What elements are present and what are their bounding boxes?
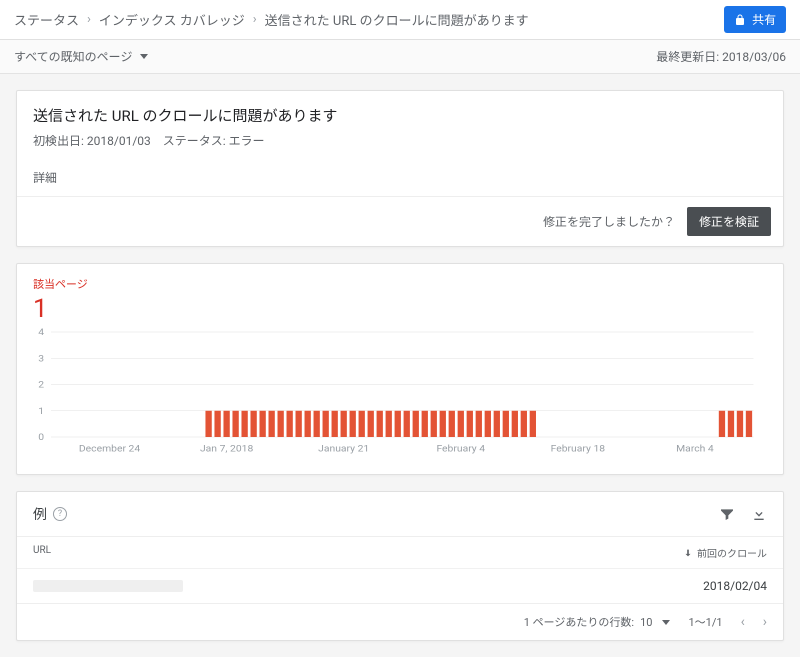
prev-page-button[interactable]: ‹ xyxy=(741,614,745,630)
issue-title: 送信された URL のクロールに問題があります xyxy=(33,105,767,126)
svg-text:0: 0 xyxy=(38,433,44,443)
last-updated-value: 2018/03/06 xyxy=(722,50,786,64)
lock-icon xyxy=(734,14,746,26)
status-value: エラー xyxy=(229,134,265,148)
top-bar: ステータス › インデックス カバレッジ › 送信された URL のクロールに問… xyxy=(0,0,800,40)
examples-card: 例 ? URL 前回のクロール 2018/02/04 1 ページあたりの行数: … xyxy=(16,491,784,641)
page-filter-label: すべての既知のページ xyxy=(14,48,132,65)
sub-bar: すべての既知のページ 最終更新日: 2018/03/06 xyxy=(0,40,800,74)
col-last-crawl[interactable]: 前回のクロール xyxy=(683,545,767,560)
first-detected-value: 2018/01/03 xyxy=(87,134,151,148)
chevron-right-icon: › xyxy=(87,12,91,27)
filter-icon[interactable] xyxy=(719,506,735,522)
svg-text:3: 3 xyxy=(38,354,44,364)
last-updated: 最終更新日: 2018/03/06 xyxy=(656,48,786,65)
status-label: ステータス: xyxy=(163,134,226,148)
first-detected-label: 初検出日: xyxy=(33,134,84,148)
svg-text:January 21: January 21 xyxy=(318,444,369,454)
issue-status: ステータス: エラー xyxy=(163,132,265,149)
validate-fix-button[interactable]: 修正を検証 xyxy=(687,207,771,236)
svg-text:March 4: March 4 xyxy=(676,444,714,454)
svg-text:2: 2 xyxy=(38,380,44,390)
share-button[interactable]: 共有 xyxy=(724,6,786,33)
sort-down-icon xyxy=(683,548,693,558)
page-filter-dropdown[interactable]: すべての既知のページ xyxy=(14,48,148,65)
svg-text:4: 4 xyxy=(38,328,44,338)
chart-body: 0 1 2 3 4 December 24 Jan 7, 2018 January 21 Feb… xyxy=(17,324,783,474)
breadcrumb-item[interactable]: ステータス xyxy=(14,10,79,29)
issue-card: 送信された URL のクロールに問題があります 初検出日: 2018/01/03… xyxy=(16,90,784,247)
chevron-right-icon: › xyxy=(253,12,257,27)
breadcrumb-item[interactable]: インデックス カバレッジ xyxy=(99,10,245,29)
done-fixing-label: 修正を完了しましたか？ xyxy=(543,213,675,230)
chart-card: 該当ページ 1 0 1 2 3 4 December 24 Jan 7, 2018 Janua… xyxy=(16,263,784,475)
download-icon[interactable] xyxy=(751,506,767,522)
details-link[interactable]: 詳細 xyxy=(17,169,783,196)
svg-text:Jan 7, 2018: Jan 7, 2018 xyxy=(200,444,254,454)
url-cell xyxy=(33,580,183,592)
col-last-crawl-label: 前回のクロール xyxy=(697,545,767,560)
share-label: 共有 xyxy=(752,11,776,28)
svg-text:February 18: February 18 xyxy=(551,444,606,454)
chart-count: 1 xyxy=(33,294,767,324)
chart-svg: 01234December 24Jan 7, 2018January 21Feb… xyxy=(51,332,765,458)
next-page-button[interactable]: › xyxy=(763,614,767,630)
pagination-range: 1～1/1 xyxy=(688,614,722,630)
table-footer: 1 ページあたりの行数: 10 1～1/1 ‹ › xyxy=(17,603,783,640)
svg-text:February 4: February 4 xyxy=(436,444,485,454)
caret-down-icon xyxy=(140,54,148,59)
help-icon[interactable]: ? xyxy=(53,507,67,521)
table-row[interactable]: 2018/02/04 xyxy=(17,568,783,603)
first-detected: 初検出日: 2018/01/03 xyxy=(33,132,151,149)
last-updated-label: 最終更新日: xyxy=(656,50,719,64)
rows-per-page-select[interactable]: 10 xyxy=(640,616,652,629)
last-crawl-cell: 2018/02/04 xyxy=(703,579,767,593)
rows-per-page-label: 1 ページあたりの行数: xyxy=(524,614,634,630)
breadcrumb: ステータス › インデックス カバレッジ › 送信された URL のクロールに問… xyxy=(14,10,529,29)
svg-text:1: 1 xyxy=(38,406,44,416)
caret-down-icon xyxy=(662,620,670,625)
chart-title: 該当ページ xyxy=(33,276,767,292)
svg-text:December 24: December 24 xyxy=(79,444,141,454)
col-url[interactable]: URL xyxy=(33,545,51,560)
breadcrumb-item: 送信された URL のクロールに問題があります xyxy=(265,10,529,29)
examples-title: 例 xyxy=(33,504,47,524)
